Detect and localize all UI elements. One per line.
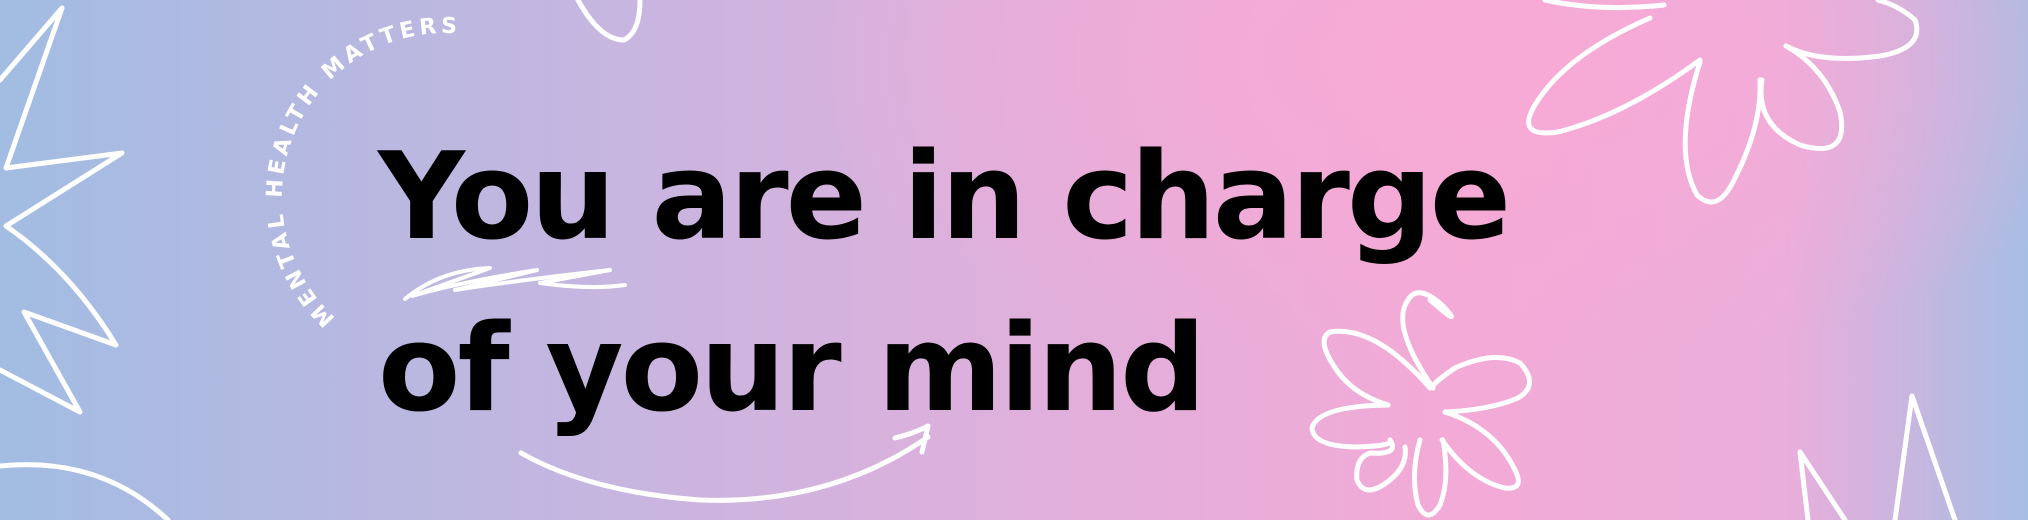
- loop-doodle-top: [575, 0, 643, 43]
- headline-line-1: You are in charge: [378, 128, 1511, 267]
- circle-arc-doodle: [0, 462, 171, 520]
- headline-line-2: of your mind: [378, 300, 1206, 439]
- flower-doodle-large: [1526, 0, 1920, 205]
- zigzag-doodle-left: [0, 5, 125, 415]
- zigzag-doodle-right: [1797, 393, 1958, 520]
- headline: You are in charge of your mind: [378, 112, 1511, 456]
